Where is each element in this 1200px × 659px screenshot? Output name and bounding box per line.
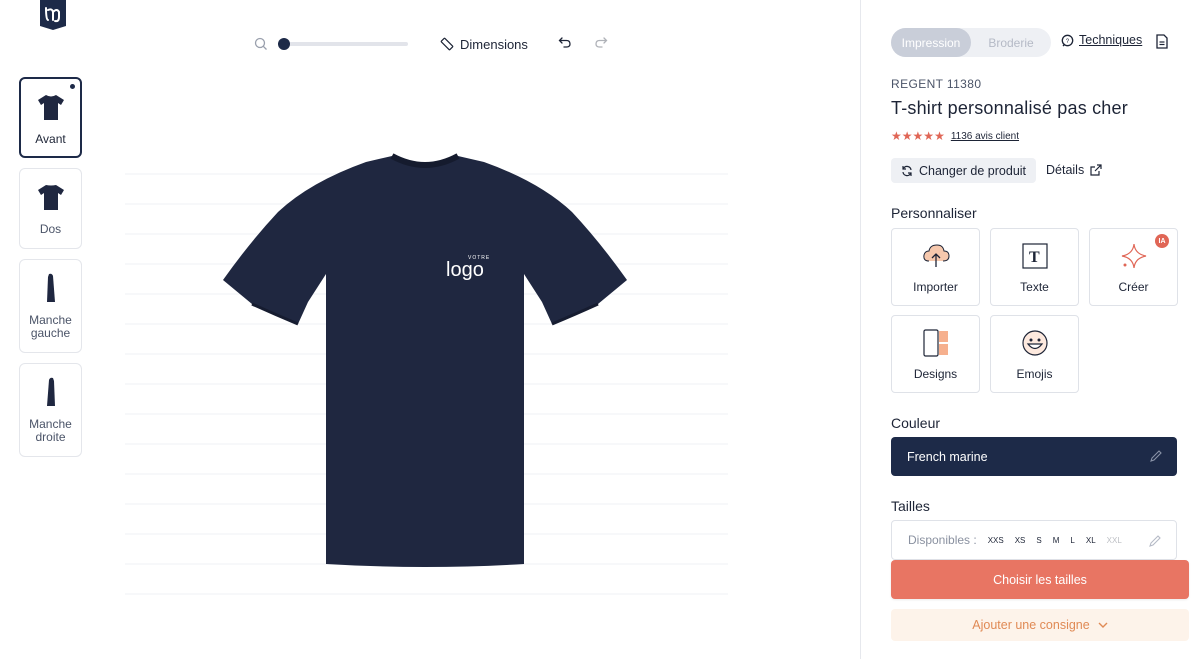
designs-icon	[921, 328, 951, 358]
star-half-icon: ★	[934, 129, 945, 143]
color-value: French marine	[907, 449, 988, 464]
tool-emojis[interactable]: Emojis	[990, 315, 1079, 393]
left-sleeve-thumbnail	[46, 273, 55, 302]
change-product-label: Changer de produit	[919, 163, 1027, 178]
size-chip: XL	[1085, 535, 1096, 545]
ruler-icon	[440, 37, 454, 51]
rating: ★ ★ ★ ★ ★ 1136 avis client	[891, 130, 1019, 142]
choose-sizes-button[interactable]: Choisir les tailles	[891, 560, 1189, 599]
size-chip: M	[1052, 535, 1060, 545]
canvas-toolbar: Dimensions	[254, 34, 608, 54]
pencil-icon	[1149, 449, 1163, 466]
external-link-icon	[1090, 164, 1102, 176]
tool-label: Emojis	[1016, 366, 1053, 381]
view-right-sleeve[interactable]: Manche droite	[19, 363, 82, 457]
text-icon: T	[1020, 241, 1050, 271]
size-chip: XXS	[987, 535, 1004, 545]
view-label: Manche gauche	[29, 313, 72, 340]
color-title: Couleur	[891, 415, 941, 431]
view-back[interactable]: Dos	[19, 168, 82, 249]
add-instruction-button[interactable]: Ajouter une consigne	[891, 609, 1189, 641]
brand-logo-icon[interactable]	[38, 0, 68, 30]
star-icon: ★	[891, 129, 902, 143]
view-front[interactable]: Avant	[19, 77, 82, 158]
tool-label: Importer	[913, 279, 958, 294]
tshirt-front-thumbnail	[37, 95, 64, 120]
size-chip: XS	[1014, 535, 1026, 545]
product-reference: REGENT 11380	[891, 77, 982, 91]
zoom-icon	[254, 37, 268, 51]
view-label: Manche droite	[29, 417, 72, 444]
right-sleeve-thumbnail	[46, 377, 55, 406]
svg-text:T: T	[1029, 249, 1040, 266]
tool-designs[interactable]: Designs	[891, 315, 980, 393]
size-chip: S	[1036, 535, 1042, 545]
sizes-title: Tailles	[891, 498, 930, 514]
techniques-link[interactable]: ? Techniques	[1061, 33, 1142, 47]
app-root: Dimensions Avant Dos Manche gauche Manch…	[0, 0, 1200, 659]
tshirt-back-thumbnail	[37, 185, 64, 210]
change-product-button[interactable]: Changer de produit	[891, 158, 1037, 183]
svg-text:?: ?	[1066, 39, 1070, 45]
active-dot	[70, 84, 75, 89]
size-chip: XXL	[1106, 535, 1122, 545]
add-instruction-label: Ajouter une consigne	[972, 618, 1090, 632]
redo-icon[interactable]	[594, 35, 608, 54]
logo-placeholder[interactable]: logo	[446, 259, 484, 281]
view-label: Avant	[35, 132, 66, 146]
sparkle-icon	[1119, 241, 1149, 271]
customization-panel: Impression Broderie ? Techniques REGENT …	[860, 0, 1200, 659]
color-selector[interactable]: French marine	[891, 437, 1177, 476]
chat-icon: ?	[1061, 34, 1074, 46]
star-icon: ★	[923, 129, 935, 143]
dimensions-button[interactable]: Dimensions	[440, 37, 528, 52]
star-icon: ★	[901, 129, 913, 143]
techniques-label: Techniques	[1079, 33, 1143, 47]
zoom-slider[interactable]	[278, 38, 408, 50]
tool-importer[interactable]: Importer	[891, 228, 980, 306]
undo-icon[interactable]	[558, 35, 572, 54]
reviews-link[interactable]: 1136 avis client	[951, 131, 1019, 142]
cloud-upload-icon	[921, 241, 951, 271]
star-icon: ★	[912, 129, 924, 143]
document-icon[interactable]	[1156, 34, 1168, 54]
view-label: Dos	[39, 222, 62, 236]
tool-label: Designs	[913, 366, 958, 381]
tool-texte[interactable]: T Texte	[990, 228, 1079, 306]
details-link[interactable]: Détails	[1046, 163, 1102, 177]
tab-impression[interactable]: Impression	[891, 28, 971, 57]
tshirt-mockup[interactable]: VOTRE logo	[222, 152, 628, 568]
tool-label: Créer	[1118, 279, 1149, 294]
tool-label: Texte	[1020, 279, 1049, 294]
sizes-selector[interactable]: Disponibles : XXS XS S M L XL XXL	[891, 520, 1177, 560]
view-selector: Avant Dos Manche gauche Manche droite	[19, 77, 82, 457]
zoom-slider-handle[interactable]	[278, 38, 290, 50]
dimensions-label: Dimensions	[460, 36, 528, 52]
view-left-sleeve[interactable]: Manche gauche	[19, 259, 82, 353]
size-chip: L	[1070, 535, 1075, 545]
product-title: T-shirt personnalisé pas cher	[891, 98, 1128, 118]
sizes-available-label: Disponibles :	[908, 533, 977, 547]
chevron-down-icon	[1098, 622, 1108, 628]
tool-creer[interactable]: IA Créer	[1089, 228, 1178, 306]
ia-badge: IA	[1155, 234, 1169, 248]
personalize-title: Personnaliser	[891, 205, 977, 221]
pencil-icon	[1148, 534, 1162, 551]
technique-toggle: Impression Broderie	[891, 28, 1051, 57]
tab-broderie[interactable]: Broderie	[971, 28, 1051, 57]
refresh-icon	[902, 165, 912, 176]
details-label: Détails	[1046, 163, 1085, 177]
emoji-icon	[1020, 328, 1050, 358]
